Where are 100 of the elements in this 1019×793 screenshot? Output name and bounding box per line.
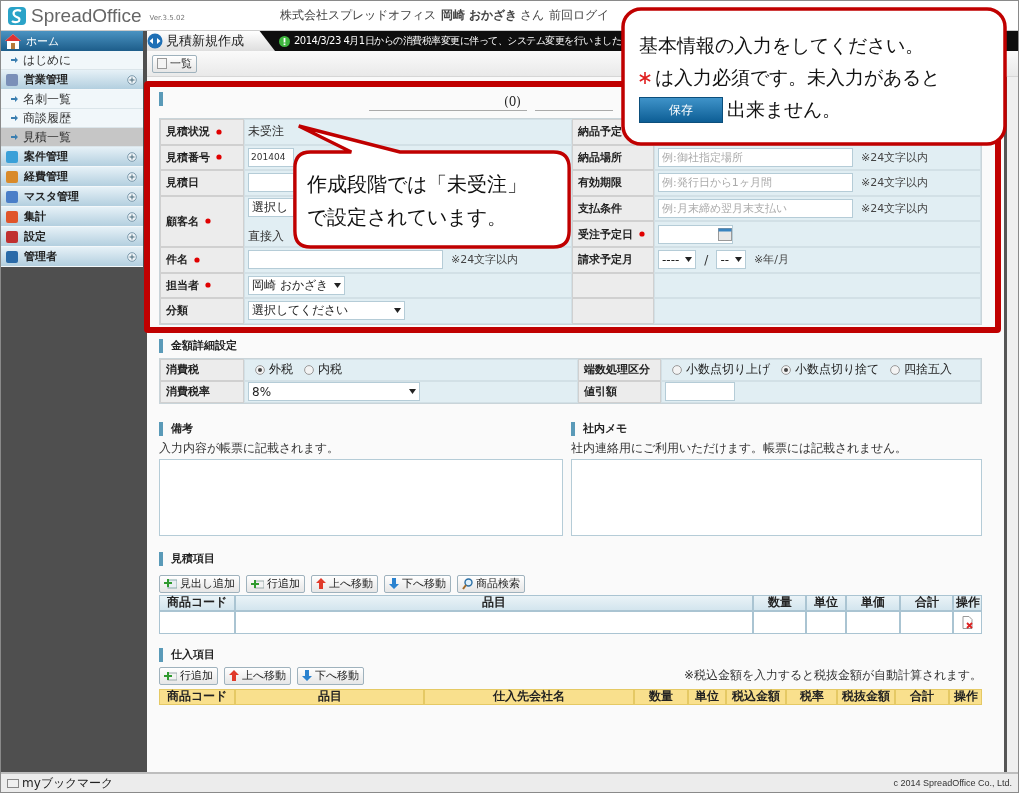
input-field[interactable]: 例:発行日から1ヶ月間 [658,173,853,193]
caret-icon [333,282,341,288]
radio-button[interactable] [781,364,791,375]
radio-button[interactable] [304,364,314,375]
menu-group[interactable]: 集計 [1,207,143,227]
column-header: 単位 [806,594,846,611]
menu-link[interactable]: はじめに [1,51,143,70]
month-select[interactable]: -- [716,250,747,270]
expand-icon[interactable] [127,191,137,202]
search-icon [462,577,473,590]
expand-icon[interactable] [127,151,137,162]
field-label: 有効期限 [578,175,622,191]
module-icon [5,229,19,244]
radio-button[interactable] [890,364,900,375]
estimate-amount-field: (0) [369,95,527,111]
expand-icon[interactable] [127,171,137,182]
input-field[interactable] [248,173,294,193]
input-field[interactable] [248,250,443,270]
field-label: 消費税率 [166,384,210,400]
column-header: 単価 [846,594,900,611]
input-field[interactable]: 201404 [248,147,294,167]
toolbar-button[interactable]: 行追加 [159,666,218,685]
save-button[interactable]: 保存 [639,97,723,123]
select-field[interactable]: 岡崎 おかざき [248,275,345,295]
menu-group[interactable]: 管理者 [1,247,143,267]
status-value: 未受注 [248,123,284,141]
input-field[interactable]: 例:御社指定場所 [658,147,853,167]
expand-icon[interactable] [127,251,137,262]
toolbar-button[interactable]: 商品検索 [457,574,525,593]
expand-icon[interactable] [127,74,137,85]
up-arrow-icon [316,578,326,590]
column-header: 品目 [235,594,753,611]
logo-icon [7,5,27,26]
field-label: 分類 [166,303,188,319]
module-icon [5,149,19,164]
column-header: 税抜金額 [837,688,895,705]
field-note: ※24文字以内 [861,149,929,165]
menu-link[interactable]: 名刺一覧 [1,90,143,109]
add-row-icon [251,578,264,590]
caret-icon [394,308,401,314]
notice-text: 2014/3/23 4月1日からの消費税率変更に伴って、システム変更を行いました [294,34,622,48]
customer-select[interactable]: 選択し [248,198,294,218]
callout-text: 作成段階では「未受注」 [307,171,527,198]
page-tab[interactable]: 見積新規作成 [147,31,275,51]
caret-icon [409,389,416,395]
field-label: 担当者 [166,277,199,293]
toolbar-button[interactable]: 行追加 [246,574,305,593]
date-separator: / [704,252,709,267]
radio-option[interactable]: 小数点切り上げ [672,361,770,379]
toolbar-button[interactable]: 見出し追加 [159,574,240,593]
toolbar-button[interactable]: 上へ移動 [224,666,291,685]
expand-icon[interactable] [127,231,137,242]
input-field[interactable] [665,382,735,402]
radio-option[interactable]: 小数点切り捨て [781,361,879,379]
date-field[interactable] [658,224,733,244]
callout-text: で設定されています。 [307,204,508,231]
menu-group[interactable]: 営業管理 [1,70,143,90]
delete-icon[interactable] [961,615,974,629]
menu-group[interactable]: 案件管理 [1,147,143,167]
logo-text: SpreadOffice [31,4,142,27]
menu-group[interactable]: 設定 [1,227,143,247]
section-title: 仕入項目 [171,647,215,663]
scrollbar[interactable] [1004,77,1018,772]
caret-icon [685,257,693,263]
radio-option[interactable]: 外税 [255,361,293,379]
radio-button[interactable] [672,364,682,375]
field-label: 見積番号 [166,149,210,165]
callout-text: 出来ません。 [727,97,841,122]
bookmark-icon [7,778,19,788]
select-field[interactable]: 選択してください [248,301,405,321]
menu-group[interactable]: 経費管理 [1,167,143,187]
field-label: 消費税 [166,362,199,378]
bookmark-link[interactable]: myブックマーク [22,774,113,792]
toolbar-button[interactable]: 下へ移動 [384,574,451,593]
honorific: さん [520,7,545,24]
field-label: 見積状況 [166,124,210,140]
input-field[interactable]: 例:月末締め翌月末支払い [658,199,853,219]
radio-option[interactable]: 内税 [304,361,342,379]
company-name: 株式会社スプレッドオフィス [280,7,436,24]
column-header: 単位 [688,688,726,705]
radio-option[interactable]: 四捨五入 [890,361,952,379]
year-select[interactable]: ---- [658,250,697,270]
section-title: 備考 [171,421,193,437]
collapse-icon[interactable] [147,33,163,49]
column-header: 数量 [753,594,806,611]
home-menu[interactable]: ホーム [1,31,143,51]
arrow-icon [11,96,18,102]
memo-field[interactable] [571,458,982,536]
column-header: 品目 [235,688,424,705]
radio-button[interactable] [255,364,265,375]
list-button[interactable]: 一覧 [152,54,197,73]
expand-icon[interactable] [127,211,137,222]
menu-link[interactable]: 商談履歴 [1,109,143,128]
memo-field[interactable] [159,458,563,536]
toolbar-button[interactable]: 下へ移動 [297,666,364,685]
select-field[interactable]: 8% [248,382,420,402]
toolbar-button[interactable]: 上へ移動 [311,574,378,593]
menu-link[interactable]: 見積一覧 [1,128,143,147]
menu-group[interactable]: マスタ管理 [1,187,143,207]
field-note: ※年/月 [754,252,789,268]
